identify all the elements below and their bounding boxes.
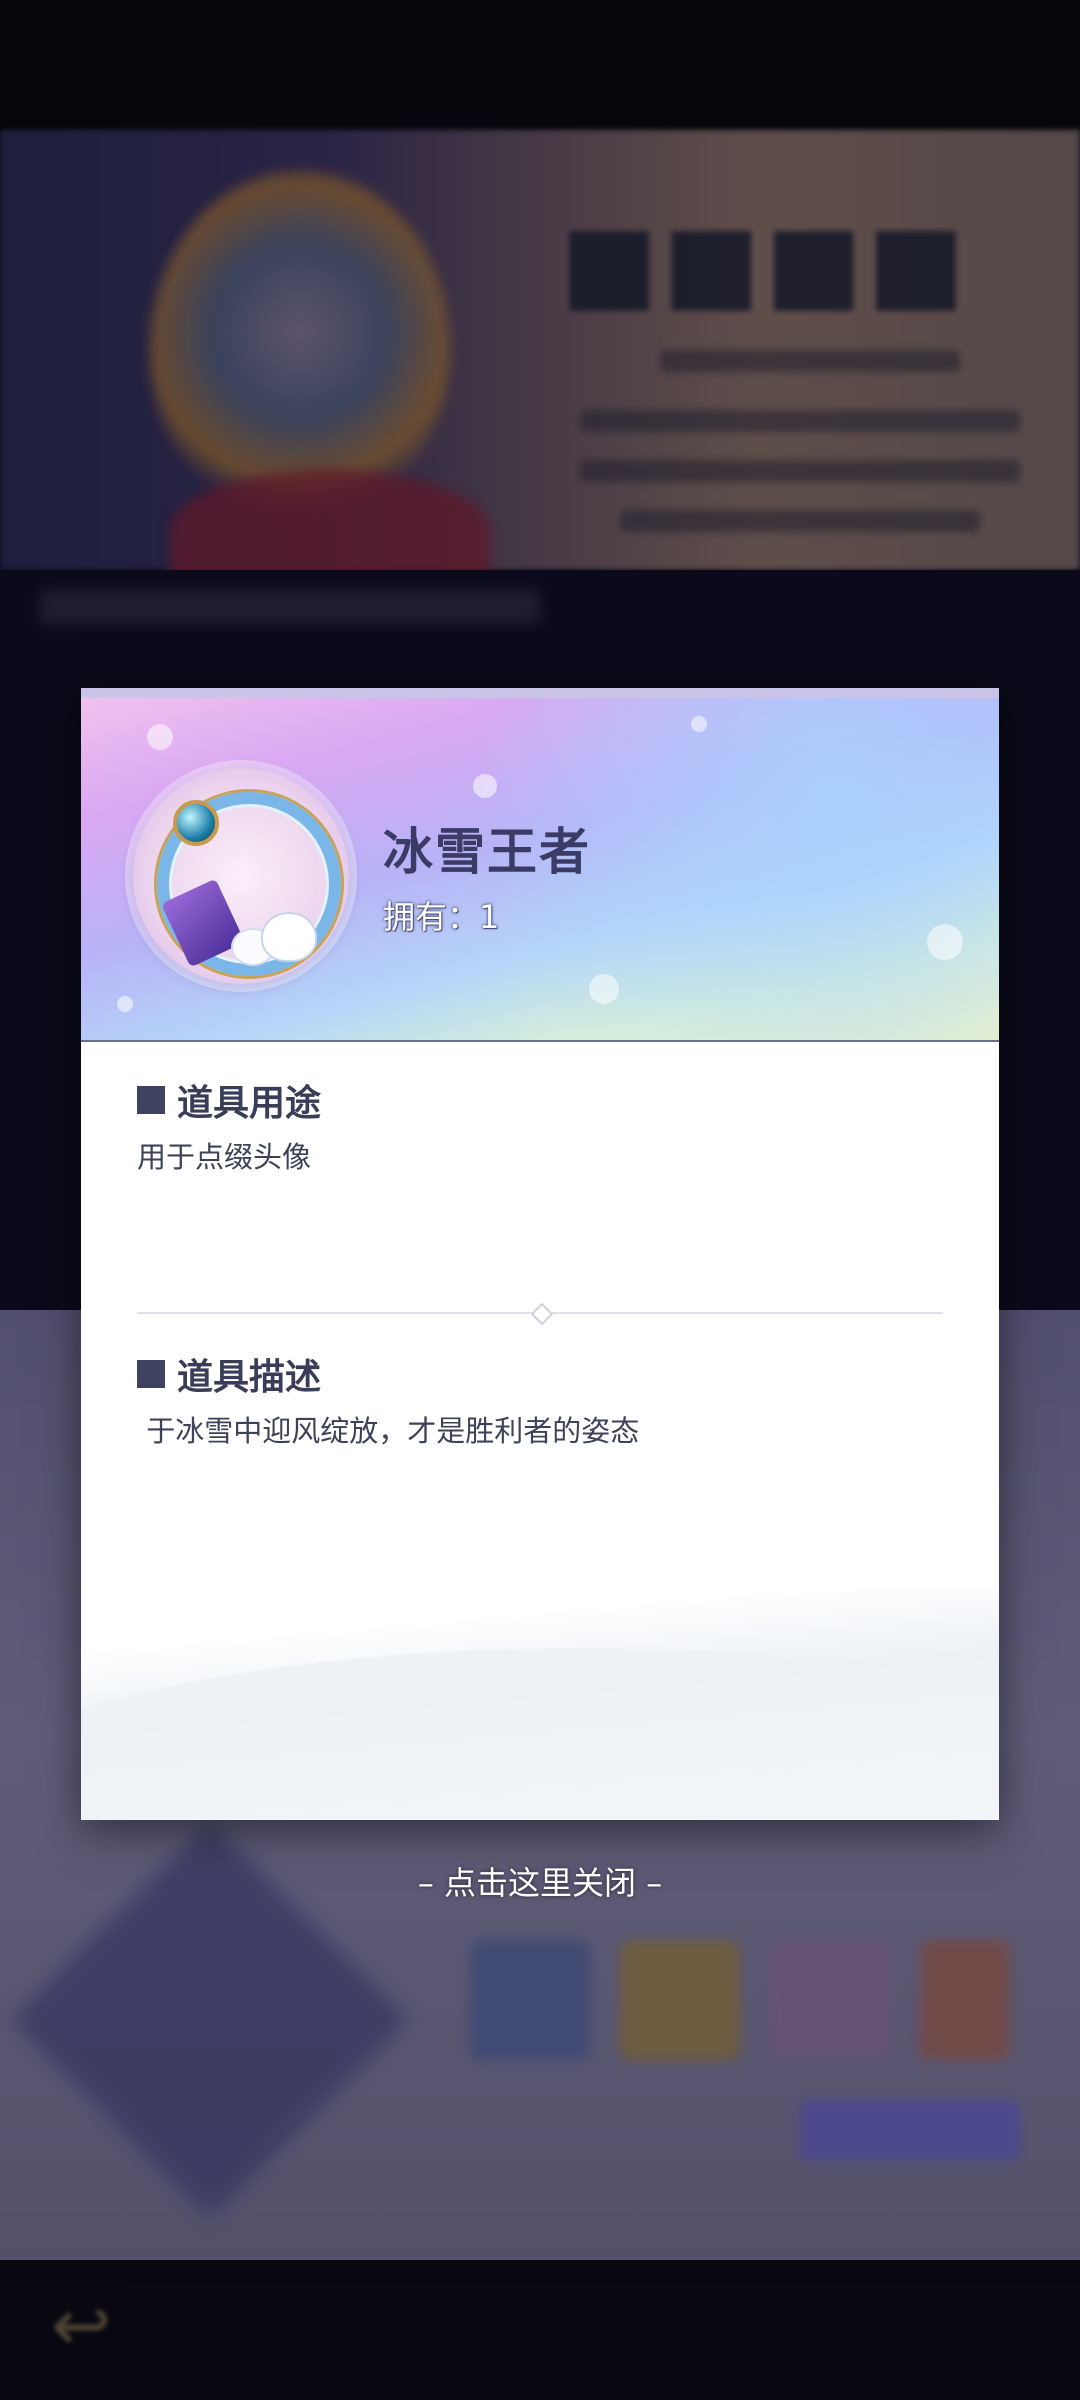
bokeh-dot (473, 774, 497, 798)
close-dialog-hint[interactable]: – 点击这里关闭 – (0, 1858, 1080, 1904)
screen: ■■■■ ↩ 冰雪王者 拥有：1 道具用途 用于点缀头像 道具描述 于冰雪中迎风… (0, 0, 1080, 2400)
item-detail-dialog: 冰雪王者 拥有：1 道具用途 用于点缀头像 道具描述 于冰雪中迎风绽放，才是胜利… (81, 688, 999, 1820)
description-title-text: 道具描述 (177, 1357, 322, 1398)
avatar-frame-cat (261, 912, 317, 962)
square-bullet-icon (137, 1086, 165, 1114)
usage-text: 用于点缀头像 (137, 1140, 312, 1174)
bokeh-dot (589, 974, 619, 1004)
item-name: 冰雪王者 (383, 823, 591, 881)
header-top-strip (81, 688, 999, 698)
dialog-header: 冰雪王者 拥有：1 (81, 688, 999, 1042)
description-text: 于冰雪中迎风绽放，才是胜利者的姿态 (137, 1414, 640, 1448)
usage-section-title: 道具用途 (137, 1074, 321, 1126)
bokeh-dot (927, 924, 963, 960)
item-owned-count: 拥有：1 (383, 898, 500, 936)
bokeh-dot (147, 724, 173, 750)
avatar-frame-gem (173, 800, 219, 846)
bokeh-dot (117, 996, 133, 1012)
description-section-title: 道具描述 (137, 1348, 321, 1400)
usage-title-text: 道具用途 (177, 1083, 322, 1124)
square-bullet-icon (137, 1360, 165, 1388)
bokeh-dot (691, 716, 707, 732)
dialog-bottom-decoration (81, 1588, 999, 1820)
divider-diamond-icon (530, 1302, 554, 1326)
